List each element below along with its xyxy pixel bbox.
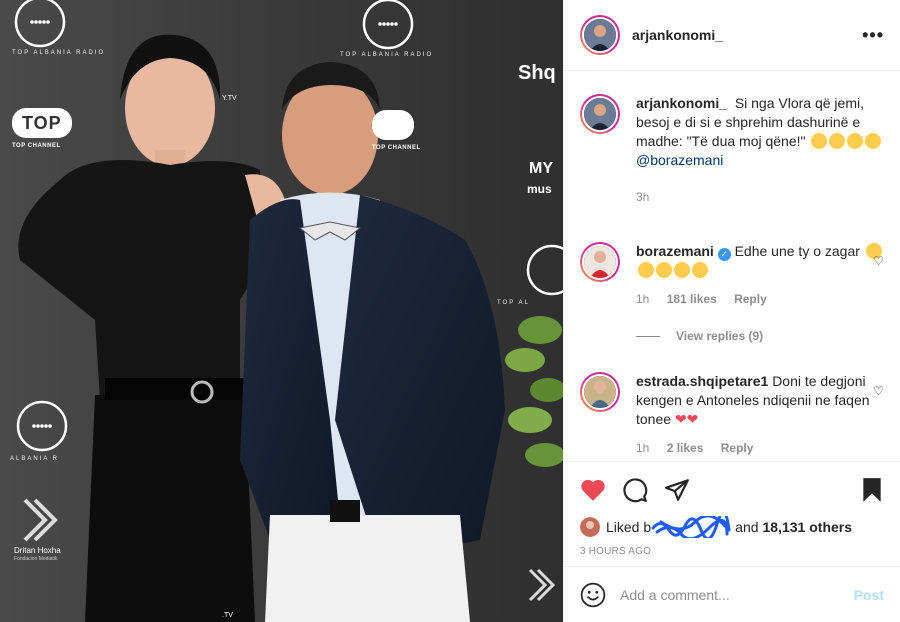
liked-by-prefix: Liked b bbox=[606, 519, 652, 535]
redaction-scribble bbox=[651, 516, 731, 538]
share-send-icon[interactable] bbox=[664, 477, 690, 503]
my-text: MY bbox=[529, 160, 553, 177]
avatar-image bbox=[584, 246, 616, 278]
avatar-image bbox=[584, 98, 616, 130]
post-timestamp[interactable]: 3 HOURS AGO bbox=[580, 546, 884, 557]
post-header: arjankonomi_ ••• bbox=[564, 0, 900, 71]
top-channel-text-2: TOP CHANNEL bbox=[372, 145, 421, 151]
comment-row: borazemani ✓ Edhe une ty o zagar 1h 181 … bbox=[564, 242, 900, 346]
red-heart-emoji-icon: ❤ bbox=[674, 411, 687, 427]
laughing-emoji-icon bbox=[656, 262, 672, 278]
photo-illustration bbox=[0, 0, 563, 622]
instagram-post-modal: TOP ALBANIA RADIO TOP ALBANIA RADIO ALBA… bbox=[0, 0, 900, 622]
post-actions: Liked b and 18,131 others 3 HOURS AGO bbox=[564, 461, 900, 566]
caption-avatar[interactable] bbox=[580, 94, 620, 134]
comment-row: estrada.shqipetare1 Doni te degjoni keng… bbox=[564, 372, 900, 458]
caption-text-block: arjankonomi_ Si nga Vlora që jemi, besoj… bbox=[636, 94, 884, 207]
header-username[interactable]: arjankonomi_ bbox=[632, 27, 723, 43]
divider bbox=[636, 336, 660, 337]
red-heart-emoji-icon: ❤ bbox=[686, 411, 699, 427]
caption-mention-link[interactable]: @borazemani bbox=[636, 152, 723, 168]
tv-text-2: .TV bbox=[222, 612, 233, 619]
action-icons-row bbox=[580, 470, 884, 510]
comment-text-block: estrada.shqipetare1 Doni te degjoni keng… bbox=[636, 372, 884, 458]
liked-by-row: Liked b and 18,131 others bbox=[580, 516, 884, 538]
comment-bubble-icon[interactable] bbox=[622, 477, 648, 503]
comment-username[interactable]: borazemani bbox=[636, 243, 714, 259]
comment-meta: 1h 2 likes Reply bbox=[636, 439, 884, 458]
laughing-emoji-icon bbox=[811, 133, 828, 149]
comment-avatar[interactable] bbox=[580, 242, 620, 282]
liker-avatar[interactable] bbox=[580, 517, 600, 537]
emoji-smiley-icon[interactable] bbox=[580, 582, 606, 608]
comment-likes[interactable]: 2 likes bbox=[667, 441, 704, 455]
add-comment-bar: Post bbox=[564, 566, 900, 622]
post-photo[interactable]: TOP ALBANIA RADIO TOP ALBANIA RADIO ALBA… bbox=[0, 0, 563, 622]
tv-text: Y.TV bbox=[222, 95, 237, 102]
top-al-text: TOP AL bbox=[497, 300, 530, 306]
laughing-emoji-icon bbox=[638, 262, 654, 278]
comment-time[interactable]: 1h bbox=[636, 441, 649, 455]
albania-radio-text: TOP ALBANIA RADIO bbox=[12, 50, 106, 56]
verified-badge-icon: ✓ bbox=[717, 248, 731, 261]
comments-list: arjankonomi_ Si nga Vlora që jemi, besoj… bbox=[564, 72, 900, 460]
caption-username[interactable]: arjankonomi_ bbox=[636, 95, 727, 111]
header-avatar[interactable] bbox=[580, 15, 620, 55]
laughing-emoji-icon bbox=[847, 133, 864, 149]
kiss-emoji-icon bbox=[674, 262, 690, 278]
comment-text-block: borazemani ✓ Edhe une ty o zagar 1h 181 … bbox=[636, 242, 884, 346]
albania-radio-text-2: TOP ALBANIA RADIO bbox=[340, 52, 434, 58]
shq-text: Shq bbox=[518, 62, 556, 84]
comment-like-heart-icon[interactable]: ♡ bbox=[873, 384, 884, 398]
view-replies-button[interactable]: View replies (9) bbox=[676, 327, 763, 346]
music-text: mus bbox=[527, 182, 552, 196]
caption-time[interactable]: 3h bbox=[636, 188, 884, 207]
kiss-emoji-icon bbox=[692, 262, 708, 278]
comment-meta: 1h 181 likes Reply bbox=[636, 290, 884, 309]
comment-avatar[interactable] bbox=[580, 372, 620, 412]
more-dots-icon[interactable]: ••• bbox=[862, 25, 884, 46]
liked-by-others-link[interactable]: 18,131 others bbox=[763, 519, 853, 535]
comment-likes[interactable]: 181 likes bbox=[667, 292, 717, 306]
avatar-image bbox=[584, 376, 616, 408]
dritan-text: Dritan Hoxha bbox=[14, 546, 61, 555]
avatar-image bbox=[584, 19, 616, 51]
like-heart-icon[interactable] bbox=[580, 478, 606, 502]
comment-username[interactable]: estrada.shqipetare1 bbox=[636, 373, 768, 389]
laughing-emoji-icon bbox=[829, 133, 846, 149]
view-replies-row: View replies (9) bbox=[636, 327, 884, 346]
top-logo-text: TOP bbox=[22, 113, 62, 133]
top-channel-text: TOP CHANNEL bbox=[12, 143, 61, 149]
comment-like-heart-icon[interactable]: ♡ bbox=[873, 254, 884, 268]
comment-reply-button[interactable]: Reply bbox=[721, 441, 754, 455]
post-comment-button[interactable]: Post bbox=[854, 587, 884, 603]
bookmark-save-icon[interactable] bbox=[860, 477, 884, 503]
post-side-panel: arjankonomi_ ••• arjankonomi_ Si nga Vlo… bbox=[563, 0, 900, 622]
comment-time[interactable]: 1h bbox=[636, 292, 649, 306]
add-comment-input[interactable] bbox=[620, 586, 854, 603]
liked-by-and: and bbox=[735, 519, 759, 535]
comment-reply-button[interactable]: Reply bbox=[734, 292, 767, 306]
albania-radio-text-3: ALBANIA R bbox=[10, 456, 60, 462]
laughing-emoji-icon bbox=[865, 133, 882, 149]
comment-text: Edhe une ty o zagar bbox=[734, 243, 860, 259]
dritan-sub-text: Fondacion Mediatik bbox=[14, 556, 58, 562]
caption-row: arjankonomi_ Si nga Vlora që jemi, besoj… bbox=[564, 94, 900, 207]
